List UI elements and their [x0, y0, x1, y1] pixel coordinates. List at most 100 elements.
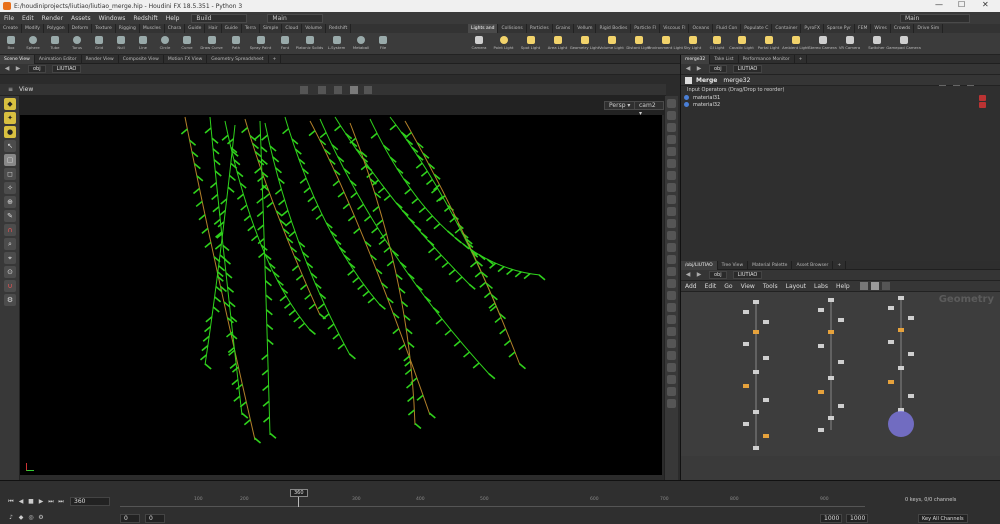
l-system-tool[interactable]: L-System [323, 33, 350, 55]
minimize-button[interactable]: — [935, 0, 943, 9]
graph-node[interactable] [888, 340, 894, 344]
torus-tool[interactable]: Torus [66, 33, 88, 55]
timeline-ruler[interactable]: 100 200 300 400 500 600 700 800 900 360 [120, 489, 865, 507]
menu-redshift[interactable]: Redshift [129, 15, 161, 22]
zoom-icon[interactable]: ⌕ [4, 238, 16, 250]
geometry-light-tool[interactable]: Geometry Light [570, 33, 599, 55]
menu-edit[interactable]: Edit [18, 15, 38, 22]
maximize-button[interactable]: ☐ [958, 0, 965, 9]
pose-tool-icon[interactable]: ● [4, 126, 16, 138]
path-tool[interactable]: Path [225, 33, 247, 55]
tab-geometry-spreadsheet[interactable]: Geometry Spreadsheet [207, 54, 269, 64]
add-tab-button[interactable]: + [795, 54, 808, 64]
graph-node[interactable] [838, 360, 844, 364]
display-toggle-icon[interactable] [667, 279, 676, 288]
draw-curve-tool[interactable]: Draw Curve [198, 33, 225, 55]
graph-node[interactable] [828, 298, 834, 302]
start-frame-field[interactable]: 0 [120, 514, 140, 523]
magnet-icon[interactable]: ∩ [4, 224, 16, 236]
menu-file[interactable]: File [0, 15, 18, 22]
tab-animation-editor[interactable]: Animation Editor [35, 54, 82, 64]
portal-light-tool[interactable]: Portal Light [755, 33, 782, 55]
menu-view[interactable]: View [737, 283, 759, 290]
tab-merge32[interactable]: merge32 [681, 54, 711, 64]
graph-node[interactable] [743, 342, 749, 346]
forward-arrow-icon[interactable]: ▶ [695, 65, 703, 73]
key-all-channels-button[interactable]: Key All Channels [918, 514, 968, 523]
display-toggle-icon[interactable] [667, 195, 676, 204]
display-toggle-icon[interactable] [667, 159, 676, 168]
sky-light-tool[interactable]: Sky Light [679, 33, 706, 55]
menu-edit[interactable]: Edit [701, 283, 721, 290]
view-tool-icon[interactable]: ◻ [4, 168, 16, 180]
gamepad-camera-tool[interactable]: Gamepad Camera [886, 33, 921, 55]
tab-material-palette[interactable]: Material Palette [748, 260, 793, 270]
list-item[interactable]: material31 [681, 94, 1000, 101]
graph-node[interactable] [908, 352, 914, 356]
menu-labs[interactable]: Labs [810, 283, 832, 290]
graph-node[interactable] [828, 330, 834, 334]
display-toggle-icon[interactable] [667, 123, 676, 132]
ambient-light-tool[interactable]: Ambient Light [782, 33, 809, 55]
frame-marker[interactable]: 360 [290, 489, 308, 497]
viewport-3d[interactable] [20, 115, 662, 475]
close-button[interactable]: ✕ [982, 0, 989, 9]
menu-go[interactable]: Go [720, 283, 736, 290]
graph-node[interactable] [888, 306, 894, 310]
graph-node[interactable] [753, 446, 759, 450]
metaball-tool[interactable]: Metaball [350, 33, 372, 55]
null-tool[interactable]: Null [110, 33, 132, 55]
camera-tool[interactable]: Camera [468, 33, 490, 55]
display-toggle-icon[interactable] [667, 219, 676, 228]
display-toggle-icon[interactable] [667, 147, 676, 156]
step-back-icon[interactable]: ◀ [16, 497, 26, 506]
graph-node[interactable] [908, 316, 914, 320]
network-editor[interactable]: Geometry [681, 292, 1000, 456]
back-arrow-icon[interactable]: ◀ [684, 65, 692, 73]
display-toggle-icon[interactable] [667, 231, 676, 240]
display-toggle-icon[interactable] [667, 255, 676, 264]
forward-arrow-icon[interactable]: ▶ [14, 65, 22, 73]
display-toggle-icon[interactable] [667, 135, 676, 144]
menu-assets[interactable]: Assets [67, 15, 95, 22]
display-toggle-icon[interactable] [667, 207, 676, 216]
spot-light-tool[interactable]: Spot Light [517, 33, 544, 55]
start-frame-field-2[interactable]: 0 [145, 514, 165, 523]
shading-icon[interactable] [364, 86, 372, 94]
forward-arrow-icon[interactable]: ▶ [695, 271, 703, 279]
path-node[interactable]: LIUTIAO [732, 271, 763, 279]
graph-node[interactable] [763, 434, 769, 438]
graph-node[interactable] [753, 300, 759, 304]
add-tab-button[interactable]: + [269, 54, 282, 64]
audio-icon[interactable]: ♪ [6, 513, 16, 522]
snap-point-icon[interactable]: ⊙ [4, 266, 16, 278]
curve-tool[interactable]: Curve [176, 33, 198, 55]
display-toggle-icon[interactable] [667, 291, 676, 300]
graph-node[interactable] [753, 330, 759, 334]
display-toggle-icon[interactable] [667, 111, 676, 120]
grid-tool[interactable]: Grid [88, 33, 110, 55]
settings-icon[interactable]: ⚙ [36, 513, 46, 522]
graph-node[interactable] [828, 416, 834, 420]
circle-tool[interactable]: Circle [154, 33, 176, 55]
display-toggle-icon[interactable] [667, 387, 676, 396]
view-menu-icon[interactable]: ≡ [8, 86, 13, 93]
vr-camera-tool[interactable]: VR Camera [836, 33, 863, 55]
tab-scene-view[interactable]: Scene View [0, 54, 35, 64]
display-toggle-icon[interactable] [667, 267, 676, 276]
font-tool[interactable]: Font [274, 33, 296, 55]
distant-light-tool[interactable]: Distant Light [625, 33, 652, 55]
menu-add[interactable]: Add [681, 283, 701, 290]
play-icon[interactable]: ▶ [36, 497, 46, 506]
snap-icon[interactable] [300, 86, 308, 94]
end-frame-field[interactable]: 1000 [820, 514, 842, 523]
go-to-end-icon[interactable]: ⏭ [56, 497, 66, 506]
node-graph[interactable] [681, 292, 1000, 456]
tab-tree-view[interactable]: Tree View [718, 260, 749, 270]
light-tool-icon[interactable]: ✧ [4, 182, 16, 194]
graph-node[interactable] [898, 328, 904, 332]
line-tool[interactable]: Line [132, 33, 154, 55]
path-node[interactable]: LIUTIAO [732, 65, 763, 73]
display-toggle-icon[interactable] [667, 363, 676, 372]
back-arrow-icon[interactable]: ◀ [3, 65, 11, 73]
